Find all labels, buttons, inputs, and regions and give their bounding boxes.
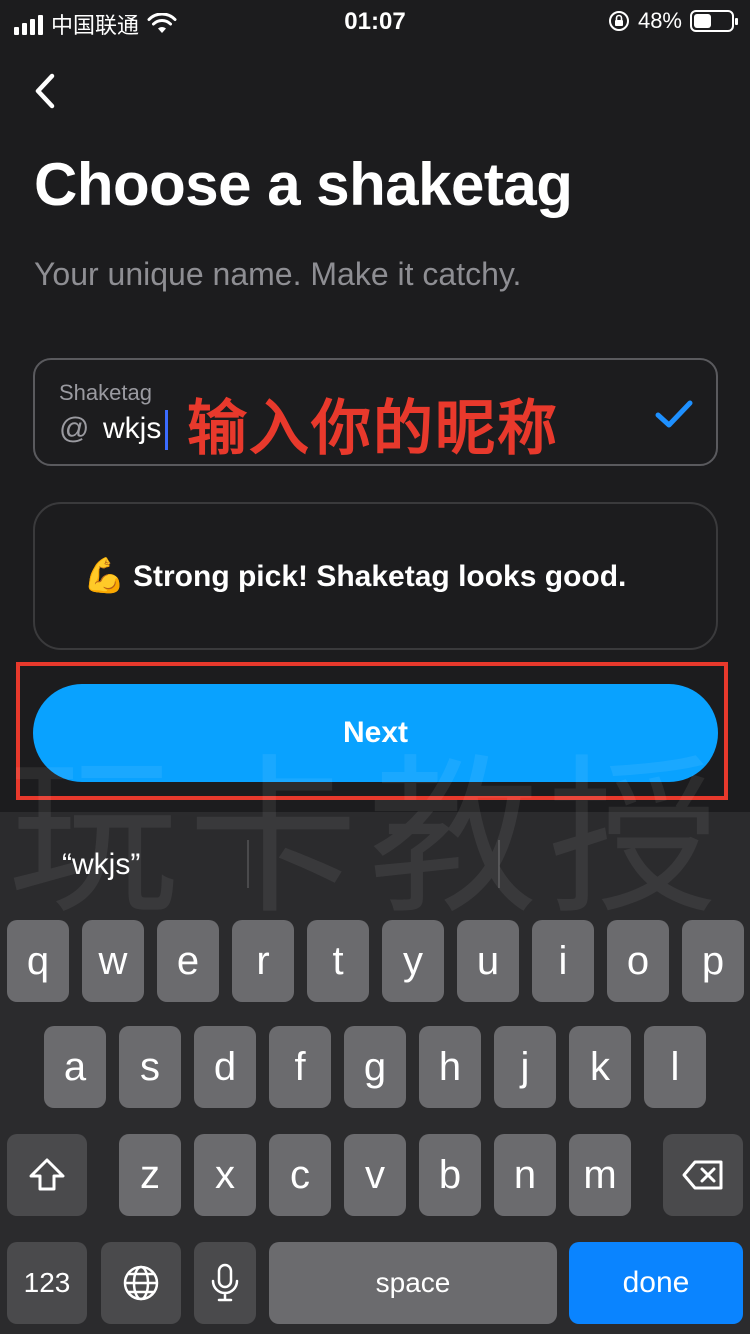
key-x[interactable]: x xyxy=(194,1134,256,1216)
shift-icon xyxy=(29,1158,65,1191)
delete-key[interactable] xyxy=(663,1134,743,1216)
globe-key[interactable] xyxy=(101,1242,181,1324)
dictation-key[interactable] xyxy=(194,1242,256,1324)
suggestion-divider xyxy=(498,840,500,888)
key-k[interactable]: k xyxy=(569,1026,631,1108)
page-subtitle: Your unique name. Make it catchy. xyxy=(34,256,522,292)
key-m[interactable]: m xyxy=(569,1134,631,1216)
battery-icon xyxy=(690,10,738,32)
key-u[interactable]: u xyxy=(457,920,519,1002)
key-f[interactable]: f xyxy=(269,1026,331,1108)
key-s[interactable]: s xyxy=(119,1026,181,1108)
text-caret xyxy=(165,410,168,450)
key-r[interactable]: r xyxy=(232,920,294,1002)
key-l[interactable]: l xyxy=(644,1026,706,1108)
at-prefix: @ xyxy=(59,412,90,445)
key-b[interactable]: b xyxy=(419,1134,481,1216)
suggestion-item[interactable]: “wkjs” xyxy=(62,848,140,882)
numbers-key[interactable]: 123 xyxy=(7,1242,87,1324)
flexed-biceps-icon: 💪 xyxy=(83,557,126,595)
key-z[interactable]: z xyxy=(119,1134,181,1216)
globe-icon xyxy=(123,1265,159,1301)
back-chevron-icon[interactable] xyxy=(26,66,66,116)
check-icon xyxy=(655,400,693,428)
status-bar: 中国联通 01:07 48% xyxy=(0,0,750,44)
key-d[interactable]: d xyxy=(194,1026,256,1108)
input-value[interactable]: wkjs xyxy=(103,412,161,446)
microphone-icon xyxy=(211,1263,239,1302)
key-n[interactable]: n xyxy=(494,1134,556,1216)
key-w[interactable]: w xyxy=(82,920,144,1002)
key-v[interactable]: v xyxy=(344,1134,406,1216)
suggestion-bar: “wkjs” xyxy=(0,812,750,908)
done-key[interactable]: done xyxy=(569,1242,743,1324)
shaketag-input[interactable]: Shaketag @ wkjs 输入你的昵称 xyxy=(33,358,718,466)
keyboard: “wkjs” q w e r t y u i o p a s d f g h j k l z x c v b n m 123 spac… xyxy=(0,812,750,1334)
rotation-lock-icon xyxy=(608,11,629,31)
key-j[interactable]: j xyxy=(494,1026,556,1108)
key-g[interactable]: g xyxy=(344,1026,406,1108)
suggestion-divider xyxy=(247,840,249,888)
key-o[interactable]: o xyxy=(607,920,669,1002)
key-a[interactable]: a xyxy=(44,1026,106,1108)
key-q[interactable]: q xyxy=(7,920,69,1002)
shift-key[interactable] xyxy=(7,1134,87,1216)
space-key[interactable]: space xyxy=(269,1242,557,1324)
backspace-icon xyxy=(682,1160,723,1190)
key-h[interactable]: h xyxy=(419,1026,481,1108)
app-screen: 中国联通 01:07 48% Choose a shaketag Your un… xyxy=(0,0,750,812)
page-title: Choose a shaketag xyxy=(34,151,573,218)
status-right: 48% xyxy=(608,8,738,34)
battery-percent: 48% xyxy=(637,8,682,33)
key-t[interactable]: t xyxy=(307,920,369,1002)
key-p[interactable]: p xyxy=(682,920,744,1002)
validation-message-card: 💪 Strong pick! Shaketag looks good. xyxy=(33,502,718,650)
key-i[interactable]: i xyxy=(532,920,594,1002)
input-label: Shaketag xyxy=(59,380,152,405)
key-y[interactable]: y xyxy=(382,920,444,1002)
battery-fill xyxy=(694,14,712,28)
key-c[interactable]: c xyxy=(269,1134,331,1216)
key-e[interactable]: e xyxy=(157,920,219,1002)
annotation-text: 输入你的昵称 xyxy=(187,395,559,462)
validation-message: Strong pick! Shaketag looks good. xyxy=(133,560,627,593)
next-button[interactable]: Next xyxy=(33,684,718,782)
